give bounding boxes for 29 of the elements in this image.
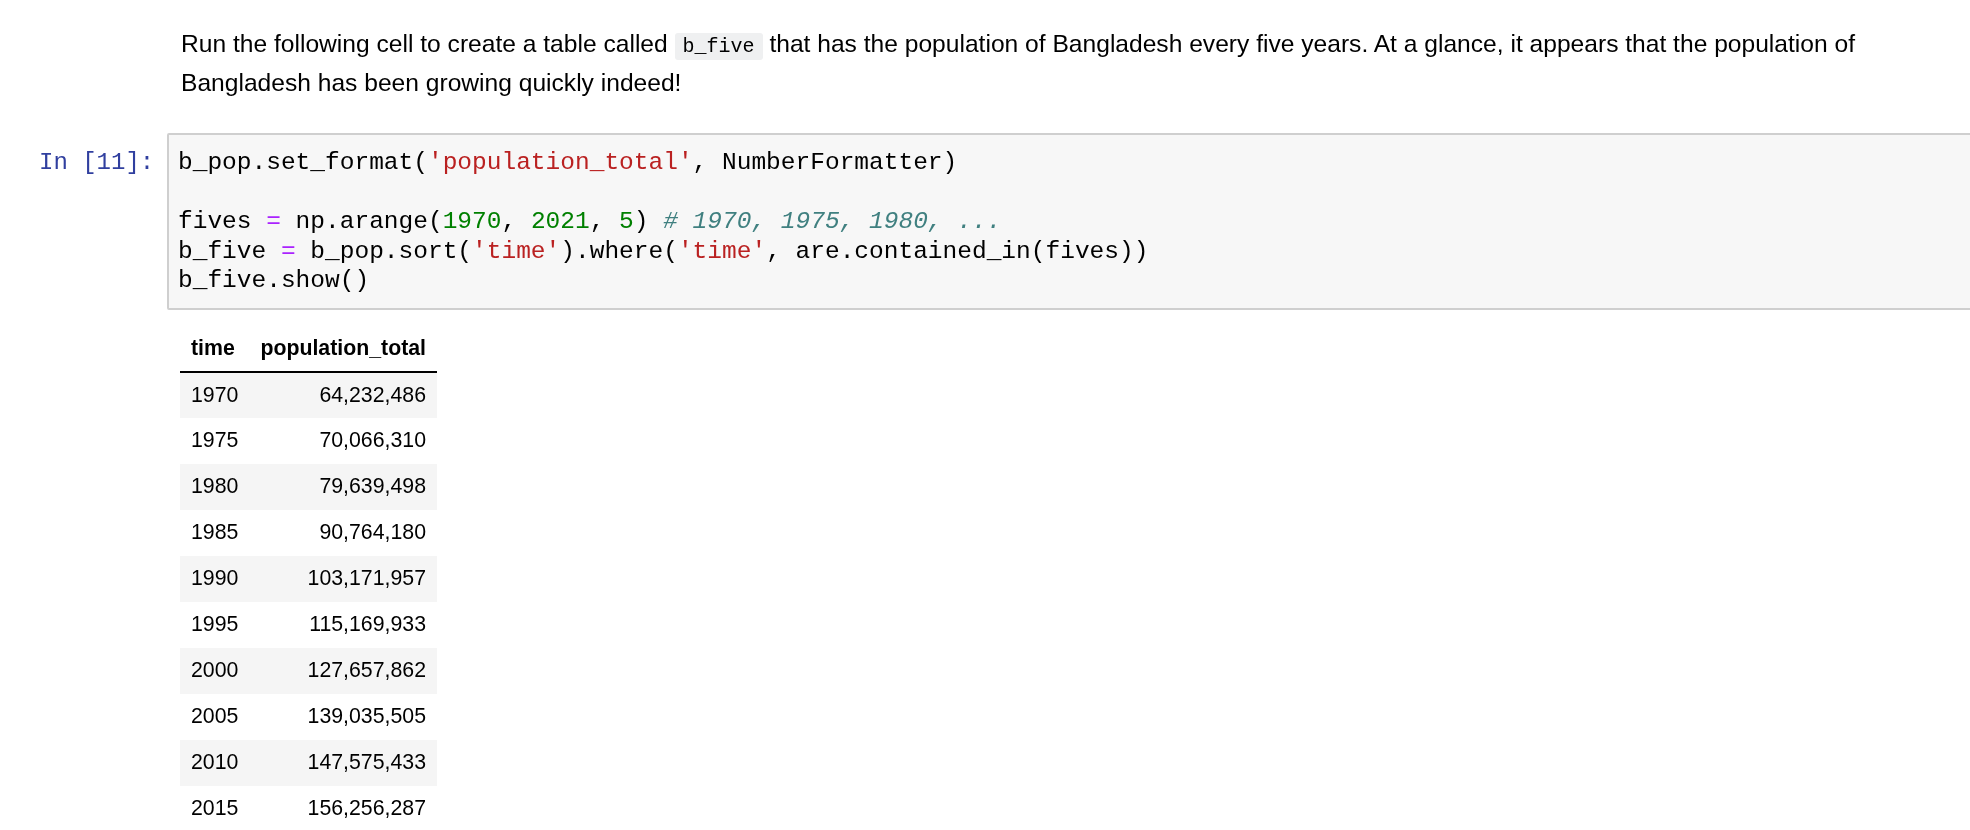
column-header: population_total — [249, 335, 437, 372]
table-cell: 103,171,957 — [249, 555, 437, 602]
table-cell: 64,232,486 — [249, 371, 437, 418]
table-cell: 2010 — [180, 739, 250, 786]
code-line: fives = np.arange(1970, 2021, 5) # 1970, 1975, 1980, ... — [178, 207, 1002, 237]
table-cell: 1990 — [180, 555, 250, 602]
cell-prompt: In [11]: — [39, 148, 156, 177]
table-cell: 139,035,505 — [249, 693, 437, 740]
table-cell: 2000 — [180, 647, 250, 694]
paragraph-text: Run the following cell to create a table called b_five that has the population of Bangladesh every five years. At a glance, it appears that the population of Bangladesh has been growing quickly indeed! — [181, 29, 1856, 98]
table-cell: 147,575,433 — [249, 739, 437, 786]
table-cell: 1985 — [180, 509, 250, 556]
table-cell: 90,764,180 — [249, 509, 437, 556]
table-cell: 1970 — [180, 371, 250, 418]
table-cell: 115,169,933 — [249, 601, 437, 648]
table-cell: 1975 — [180, 417, 250, 464]
table-cell: 2015 — [180, 785, 250, 830]
column-header: time — [180, 335, 250, 372]
table-cell: 2005 — [180, 693, 250, 740]
code-cell[interactable]: b_pop.set_format('population_total', NumberFormatter) fives = np.arange(1970, 2021, 5) # 1970, 1975, 1980, ... b_five = b_pop.sort('time').where('time', are.contained_in(fives)) b_five.show() — [167, 133, 1970, 310]
table-cell: 79,639,498 — [249, 463, 437, 510]
table-cell: 127,657,862 — [249, 647, 437, 694]
table-cell: 1980 — [180, 463, 250, 510]
table-cell: 70,066,310 — [249, 417, 437, 464]
code-line: b_five = b_pop.sort('time').where('time', are.contained_in(fives)) — [178, 236, 1149, 266]
code-line: b_pop.set_format('population_total', NumberFormatter) — [178, 148, 958, 178]
table-cell: 156,256,287 — [249, 785, 437, 830]
table-cell: 1995 — [180, 601, 250, 648]
code-line: b_five.show() — [178, 266, 370, 296]
